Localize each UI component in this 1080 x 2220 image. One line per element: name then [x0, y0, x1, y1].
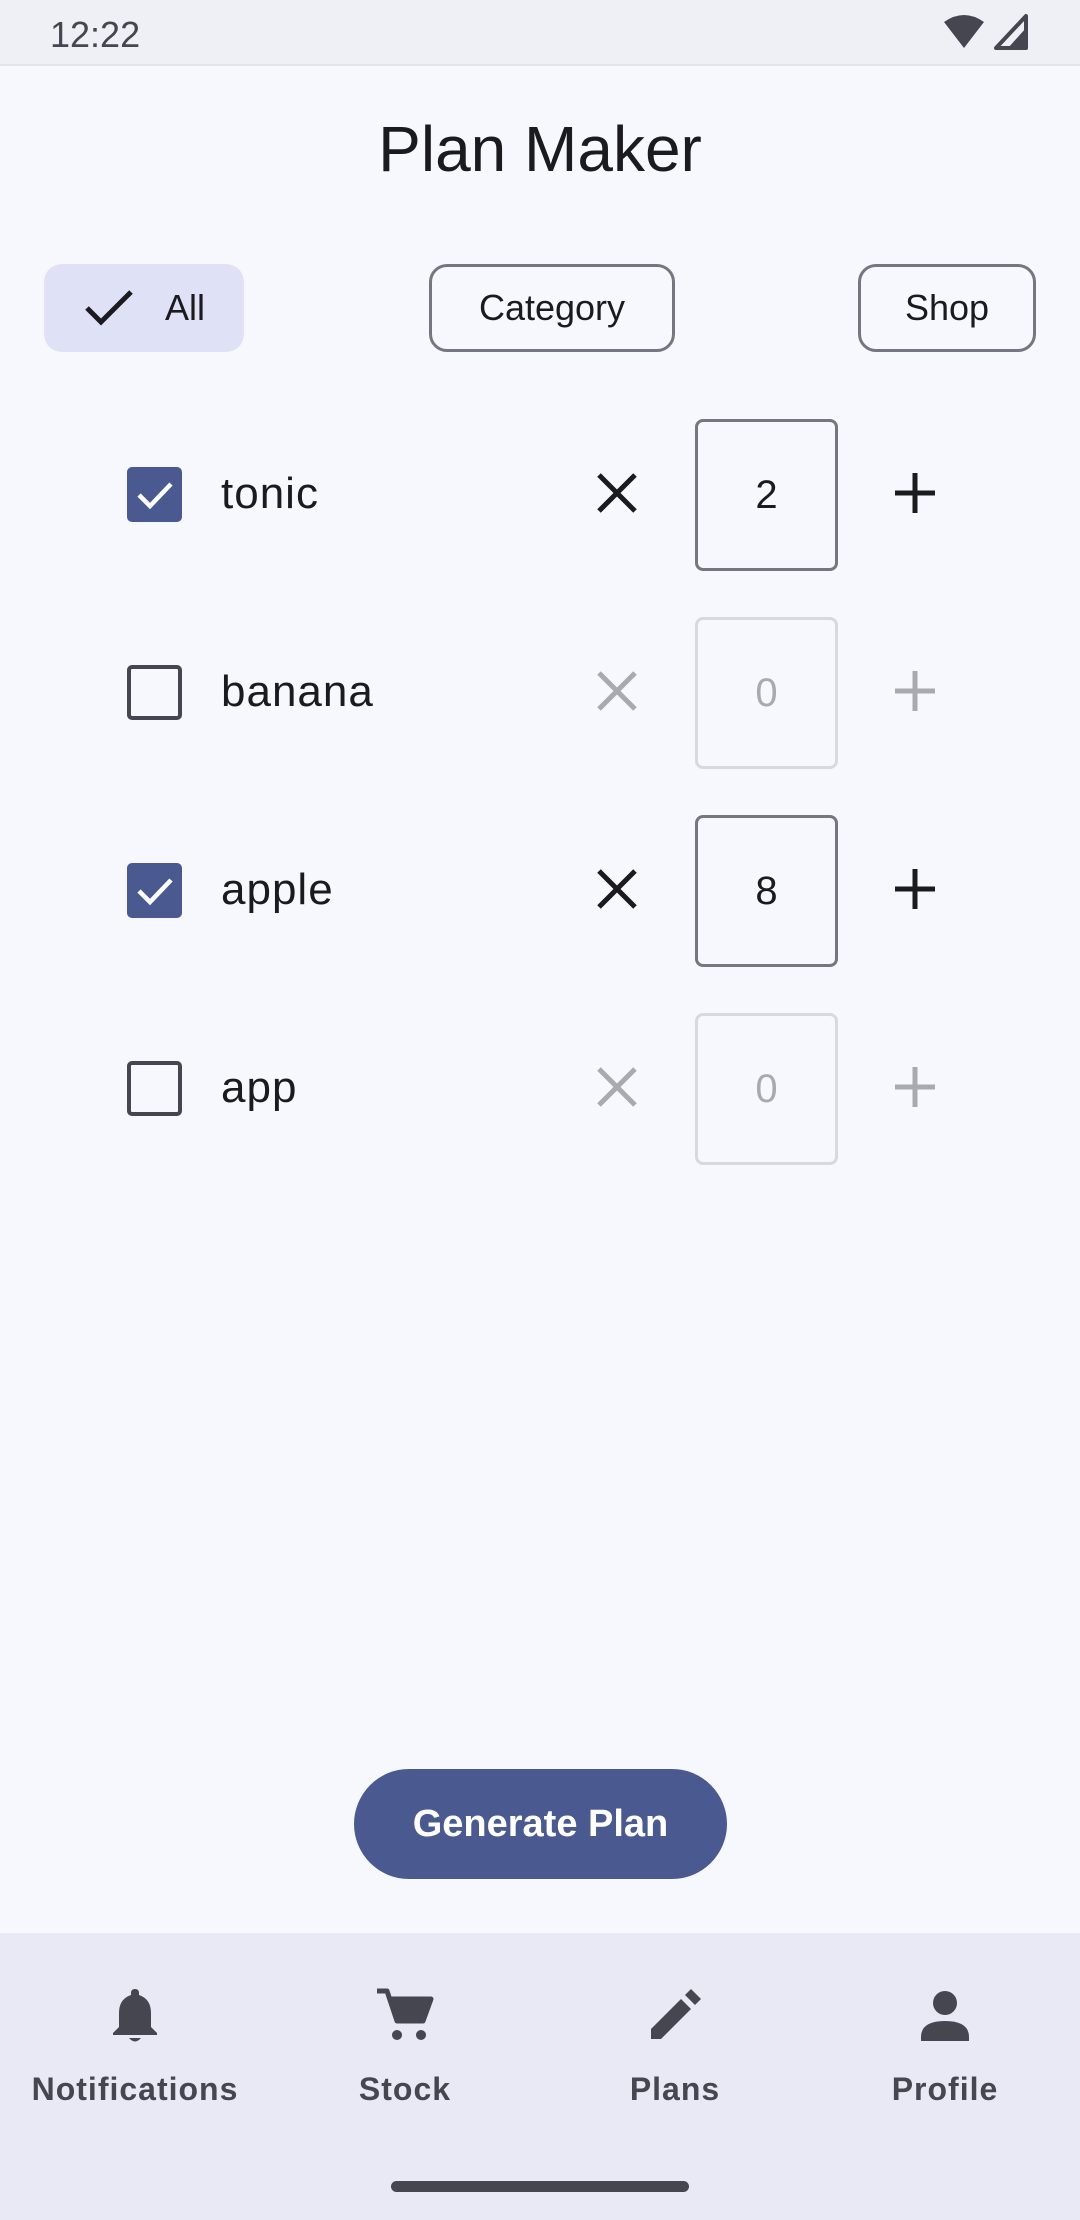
filter-chip-category[interactable]: Category	[429, 264, 675, 352]
close-icon[interactable]	[587, 1057, 647, 1117]
item-checkbox[interactable]	[127, 863, 182, 918]
nav-label: Notifications	[31, 2071, 239, 2107]
cart-icon	[377, 1988, 434, 2040]
close-icon[interactable]	[587, 463, 647, 523]
nav-item-plans[interactable]: Plans	[540, 1933, 810, 2113]
home-indicator[interactable]	[391, 2181, 689, 2192]
cellular-signal-icon	[994, 14, 1028, 50]
list-item: app 0	[0, 1013, 1080, 1165]
bottom-navigation: Notifications Stock Plans Profile	[0, 1933, 1080, 2220]
status-icons	[942, 14, 1032, 50]
nav-label: Stock	[358, 2071, 452, 2107]
nav-item-profile[interactable]: Profile	[810, 1933, 1080, 2113]
close-icon[interactable]	[587, 859, 647, 919]
list-item: apple 8	[0, 815, 1080, 967]
plus-icon[interactable]	[885, 661, 945, 721]
wifi-icon	[944, 15, 984, 48]
plus-icon[interactable]	[885, 463, 945, 523]
pencil-icon	[651, 1989, 701, 2039]
item-name: apple	[221, 865, 334, 914]
nav-label: Plans	[629, 2071, 721, 2107]
quantity-field[interactable]: 2	[695, 419, 838, 571]
quantity-field[interactable]: 8	[695, 815, 838, 967]
quantity-field[interactable]: 0	[695, 617, 838, 769]
item-name: tonic	[221, 469, 319, 518]
nav-label: Profile	[891, 2071, 999, 2107]
plus-icon[interactable]	[885, 859, 945, 919]
person-icon	[921, 1991, 969, 2041]
close-icon[interactable]	[587, 661, 647, 721]
item-checkbox[interactable]	[127, 1061, 182, 1116]
list-item: tonic 2	[0, 419, 1080, 571]
generate-plan-button[interactable]: Generate Plan	[354, 1769, 727, 1879]
check-icon	[85, 290, 133, 326]
filter-chip-label: All	[164, 287, 205, 328]
bell-icon	[113, 1989, 157, 2042]
item-name: app	[221, 1063, 298, 1112]
filter-chip-all[interactable]: All	[44, 264, 244, 352]
list-item: banana 0	[0, 617, 1080, 769]
plus-icon[interactable]	[885, 1057, 945, 1117]
item-checkbox[interactable]	[127, 665, 182, 720]
status-time: 12:22	[50, 14, 141, 55]
item-name: banana	[221, 667, 374, 716]
nav-item-notifications[interactable]: Notifications	[0, 1933, 270, 2113]
status-bar: 12:22	[0, 0, 1080, 66]
check-icon	[136, 481, 173, 509]
item-checkbox[interactable]	[127, 467, 182, 522]
filter-chip-shop[interactable]: Shop	[858, 264, 1036, 352]
filter-chip-label: Category	[478, 287, 626, 328]
filter-chip-label: Shop	[904, 287, 990, 328]
nav-item-stock[interactable]: Stock	[270, 1933, 540, 2113]
check-icon	[136, 877, 173, 905]
quantity-field[interactable]: 0	[695, 1013, 838, 1165]
page-title: Plan Maker	[378, 113, 702, 185]
